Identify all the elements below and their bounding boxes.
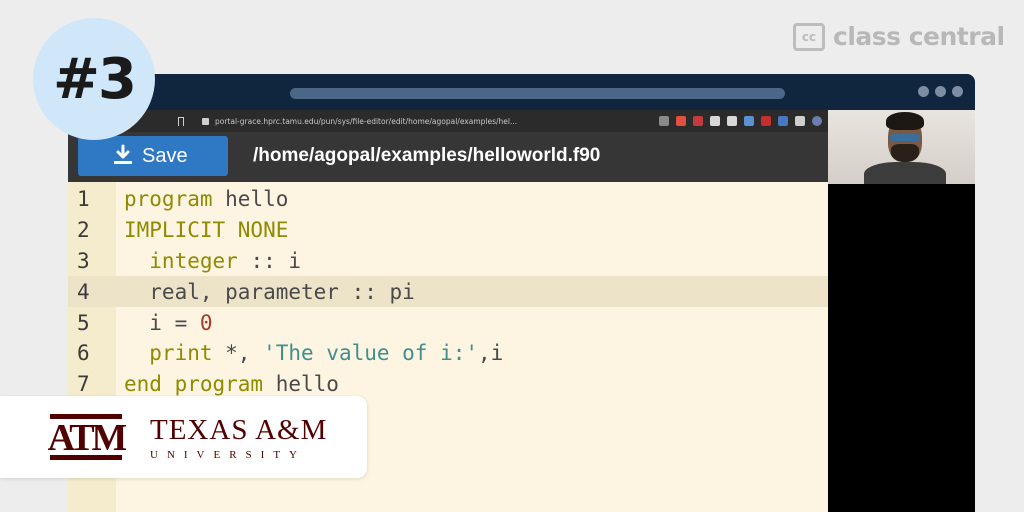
episode-badge: #3 — [33, 18, 155, 140]
puzzle-icon[interactable] — [795, 116, 805, 126]
window-dots — [918, 86, 963, 97]
university-subtitle: UNIVERSITY — [150, 448, 306, 461]
university-name: TEXAS A&M — [150, 413, 328, 446]
extension-icon[interactable] — [727, 116, 737, 126]
bookmark-icon[interactable] — [178, 116, 184, 126]
code-text: i = 0 — [116, 310, 213, 335]
dot-icon — [952, 86, 963, 97]
code-token: IMPLICIT NONE — [124, 218, 289, 243]
code-line[interactable]: 7 end program hello — [68, 369, 828, 400]
episode-number: #3 — [53, 46, 137, 112]
code-area[interactable]: 1 program hello 2 IMPLICIT NONE 3 integer ::… — [68, 184, 828, 400]
lock-icon — [202, 117, 209, 125]
code-text: print *, 'The value of i:',i — [116, 341, 503, 365]
code-token: hello — [263, 372, 339, 397]
code-line[interactable]: 4 real, parameter :: pi — [68, 276, 828, 308]
code-line[interactable]: 2 IMPLICIT NONE — [68, 215, 828, 246]
webcam-feed — [828, 110, 975, 184]
code-token: 0 — [199, 310, 213, 335]
code-line[interactable]: 5 i = 0 — [68, 307, 828, 338]
zoom-icon[interactable] — [659, 116, 669, 126]
extension-icon[interactable] — [710, 116, 720, 126]
line-number: 1 — [77, 187, 90, 212]
university-logo-card: ATM TEXAS A&M UNIVERSITY — [0, 396, 367, 478]
code-text: end program hello — [116, 372, 339, 396]
line-number: 7 — [77, 372, 90, 397]
code-text: program hello — [116, 187, 288, 211]
editor-toolbar: Save /home/agopal/examples/helloworld.f9… — [68, 132, 828, 182]
code-text: integer :: i — [116, 249, 301, 273]
line-number: 4 — [77, 279, 90, 304]
dot-icon — [918, 86, 929, 97]
line-number: 6 — [77, 341, 90, 366]
code-line[interactable]: 6 print *, 'The value of i:',i — [68, 338, 828, 369]
class-central-wordmark: class central — [833, 22, 1005, 51]
line-number: 5 — [77, 310, 90, 335]
presenter-glasses — [890, 134, 920, 141]
code-token: *, — [212, 341, 264, 366]
code-token: program — [124, 187, 213, 212]
code-token: integer — [124, 248, 238, 273]
svg-text:ATM: ATM — [48, 417, 126, 459]
clock-icon[interactable] — [744, 116, 754, 126]
line-number: 2 — [77, 218, 90, 243]
extension-icon[interactable] — [761, 116, 771, 126]
code-text: real, parameter :: pi — [116, 280, 415, 304]
presenter-hair — [886, 112, 924, 130]
code-token: ,i — [478, 341, 504, 366]
save-button[interactable]: Save — [78, 136, 228, 176]
code-token: :: i — [237, 248, 302, 273]
code-token: real, parameter :: pi — [124, 279, 415, 304]
atm-logo-icon: ATM — [48, 414, 126, 460]
black-sidebar — [828, 184, 975, 512]
presenter-beard — [891, 144, 919, 162]
class-central-logo-icon: cc — [793, 22, 825, 51]
line-number: 3 — [77, 248, 90, 273]
code-token: 'The value of i:' — [263, 341, 479, 366]
brave-shield-icon[interactable] — [676, 116, 686, 126]
code-token: end program — [124, 372, 264, 397]
profile-avatar-icon[interactable] — [812, 116, 822, 126]
download-icon — [114, 144, 132, 164]
save-button-label: Save — [142, 144, 188, 167]
extension-icon[interactable] — [693, 116, 703, 126]
browser-extension-icons — [659, 116, 822, 126]
code-token: hello — [212, 187, 289, 212]
presenter-shirt — [864, 162, 946, 184]
code-line[interactable]: 1 program hello — [68, 184, 828, 215]
browser-address-bar[interactable]: portal-grace.hprc.tamu.edu/pun/sys/file-… — [68, 110, 828, 132]
extension-icon[interactable] — [778, 116, 788, 126]
frame-address-pill — [290, 88, 785, 99]
frame-top-bar — [68, 74, 975, 110]
dot-icon — [935, 86, 946, 97]
code-token: print — [124, 341, 213, 366]
browser-url[interactable]: portal-grace.hprc.tamu.edu/pun/sys/file-… — [215, 117, 517, 126]
class-central-brand: cc class central — [793, 22, 1005, 51]
code-text: IMPLICIT NONE — [116, 218, 288, 242]
file-path-title: /home/agopal/examples/helloworld.f90 — [253, 145, 601, 166]
code-line[interactable]: 3 integer :: i — [68, 246, 828, 277]
code-token: i = — [124, 310, 200, 335]
